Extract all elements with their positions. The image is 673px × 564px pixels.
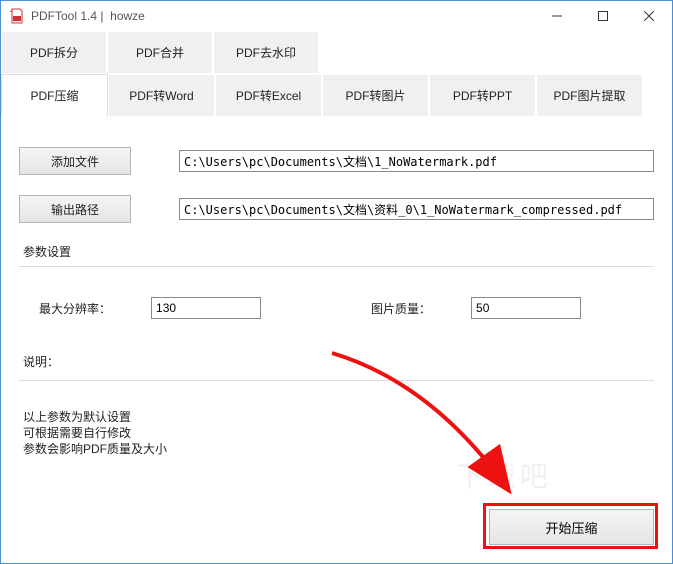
output-path-row: 输出路径 C:\Users\pc\Documents\文档\资料_0\1_NoW… bbox=[19, 195, 654, 223]
tab-to-ppt[interactable]: PDF转PPT bbox=[429, 74, 536, 117]
start-compress-button[interactable]: 开始压缩 bbox=[489, 509, 654, 545]
app-window: PDFTool 1.4 | howze PDF拆分 PDF合并 PDF去水印 P… bbox=[0, 0, 673, 564]
maximize-button[interactable] bbox=[580, 1, 626, 31]
tab-extract-images[interactable]: PDF图片提取 bbox=[536, 74, 643, 117]
tab-merge[interactable]: PDF合并 bbox=[107, 31, 213, 74]
image-quality-input[interactable] bbox=[471, 297, 581, 319]
description-section-label: 说明： bbox=[19, 353, 654, 370]
add-file-button[interactable]: 添加文件 bbox=[19, 147, 131, 175]
max-resolution-label: 最大分辨率： bbox=[39, 300, 111, 317]
tabs-row-1: PDF拆分 PDF合并 PDF去水印 bbox=[1, 31, 672, 74]
image-quality-label: 图片质量： bbox=[371, 300, 431, 317]
output-path-field[interactable]: C:\Users\pc\Documents\文档\资料_0\1_NoWaterm… bbox=[179, 198, 654, 220]
tab-dewatermark[interactable]: PDF去水印 bbox=[213, 31, 319, 74]
app-icon bbox=[9, 8, 25, 24]
input-path-field[interactable]: C:\Users\pc\Documents\文档\1_NoWatermark.p… bbox=[179, 150, 654, 172]
params-section: 参数设置 最大分辨率： 图片质量： bbox=[19, 243, 654, 343]
tab-split[interactable]: PDF拆分 bbox=[1, 31, 107, 74]
tab-to-image[interactable]: PDF转图片 bbox=[322, 74, 429, 117]
titlebar: PDFTool 1.4 | howze bbox=[1, 1, 672, 31]
watermark-text: 下载吧 bbox=[456, 455, 552, 495]
tab-compress[interactable]: PDF压缩 bbox=[1, 74, 108, 117]
tab-to-word[interactable]: PDF转Word bbox=[108, 74, 215, 117]
tab-to-excel[interactable]: PDF转Excel bbox=[215, 74, 322, 117]
description-section: 说明： 以上参数为默认设置 可根据需要自行修改 参数会影响PDF质量及大小 bbox=[19, 353, 654, 458]
content-area: 添加文件 C:\Users\pc\Documents\文档\1_NoWaterm… bbox=[1, 117, 672, 563]
minimize-button[interactable] bbox=[534, 1, 580, 31]
output-path-button[interactable]: 输出路径 bbox=[19, 195, 131, 223]
action-button-wrap: 开始压缩 bbox=[489, 509, 654, 545]
description-text: 以上参数为默认设置 可根据需要自行修改 参数会影响PDF质量及大小 bbox=[23, 409, 654, 458]
add-file-row: 添加文件 C:\Users\pc\Documents\文档\1_NoWaterm… bbox=[19, 147, 654, 175]
close-button[interactable] bbox=[626, 1, 672, 31]
params-section-label: 参数设置 bbox=[19, 243, 654, 260]
window-controls bbox=[534, 1, 672, 31]
max-resolution-input[interactable] bbox=[151, 297, 261, 319]
tabs-row-2: PDF压缩 PDF转Word PDF转Excel PDF转图片 PDF转PPT … bbox=[1, 74, 672, 117]
window-title: PDFTool 1.4 | howze bbox=[31, 9, 534, 23]
params-box: 最大分辨率： 图片质量： bbox=[19, 266, 654, 343]
